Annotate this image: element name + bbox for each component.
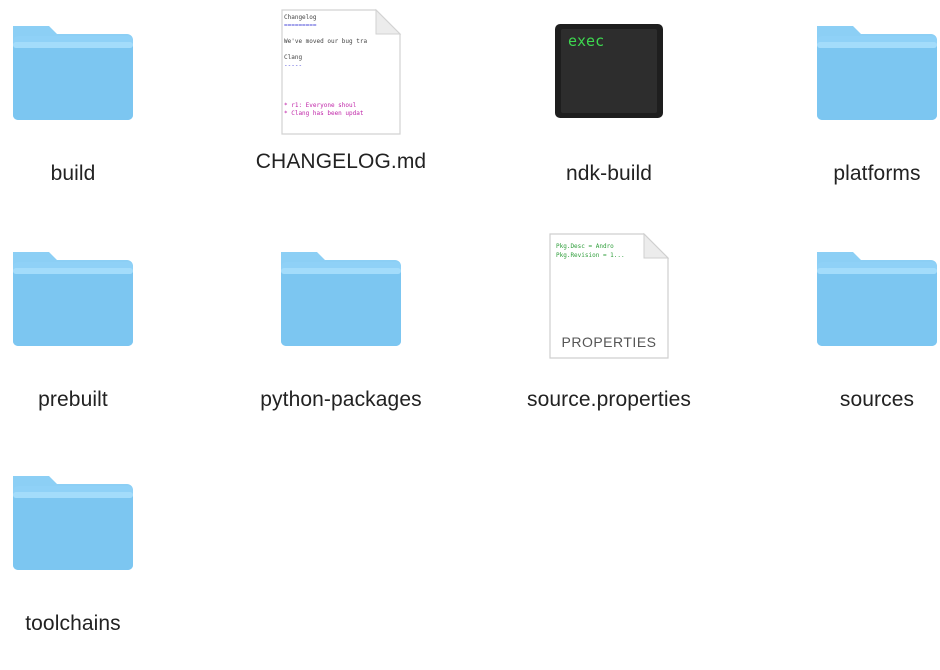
file-item-build[interactable]: build [0,20,178,220]
file-name-label[interactable]: python-packages [236,388,446,412]
file-item-source-properties[interactable]: Pkg.Desc = Andro Pkg.Revision = 1... PRO… [504,232,714,432]
file-type-label: PROPERTIES [561,334,657,350]
preview-line: * Clang has been updat [284,110,364,117]
properties-preview-text: Pkg.Desc = Andro Pkg.Revision = 1... [556,242,648,260]
folder-icon[interactable] [772,246,940,376]
file-name-label[interactable]: sources [772,388,940,412]
file-name-label[interactable]: CHANGELOG.md [236,150,446,174]
file-name-label[interactable]: source.properties [504,388,714,412]
changelog-preview-text: Changelog ========= We've moved our bug … [284,14,396,132]
preview-line: ========= [284,22,317,29]
preview-line: Changelog [284,14,317,21]
exec-badge: exec [568,32,605,50]
file-item-changelog[interactable]: Changelog ========= We've moved our bug … [236,8,446,208]
folder-icon[interactable] [0,20,178,150]
file-name-label[interactable]: platforms [772,162,940,186]
file-name-label[interactable]: ndk-build [504,162,714,186]
folder-icon[interactable] [236,246,446,376]
preview-line: We've moved our bug tra [284,38,368,45]
preview-line: Pkg.Desc = Andro [556,243,614,250]
file-name-label[interactable]: build [0,162,178,186]
properties-document-icon[interactable]: Pkg.Desc = Andro Pkg.Revision = 1... PRO… [504,232,714,362]
file-item-python-packages[interactable]: python-packages [236,246,446,446]
folder-icon[interactable] [0,246,178,376]
file-item-prebuilt[interactable]: prebuilt [0,246,178,446]
file-item-platforms[interactable]: platforms [772,20,940,220]
preview-line: ----- [284,62,303,69]
preview-line: Clang [284,54,303,61]
file-item-ndk-build[interactable]: exec ndk-build [504,20,714,220]
folder-icon[interactable] [772,20,940,150]
document-preview-icon[interactable]: Changelog ========= We've moved our bug … [236,8,446,138]
file-name-label[interactable]: prebuilt [0,388,178,412]
file-item-sources[interactable]: sources [772,246,940,446]
preview-line: * r1: Everyone shoul [284,102,357,109]
file-item-toolchains[interactable]: toolchains [0,470,178,670]
file-name-label[interactable]: toolchains [0,612,178,636]
terminal-exec-icon[interactable]: exec [504,20,714,150]
folder-icon[interactable] [0,470,178,600]
preview-line: Pkg.Revision = 1... [556,252,625,259]
